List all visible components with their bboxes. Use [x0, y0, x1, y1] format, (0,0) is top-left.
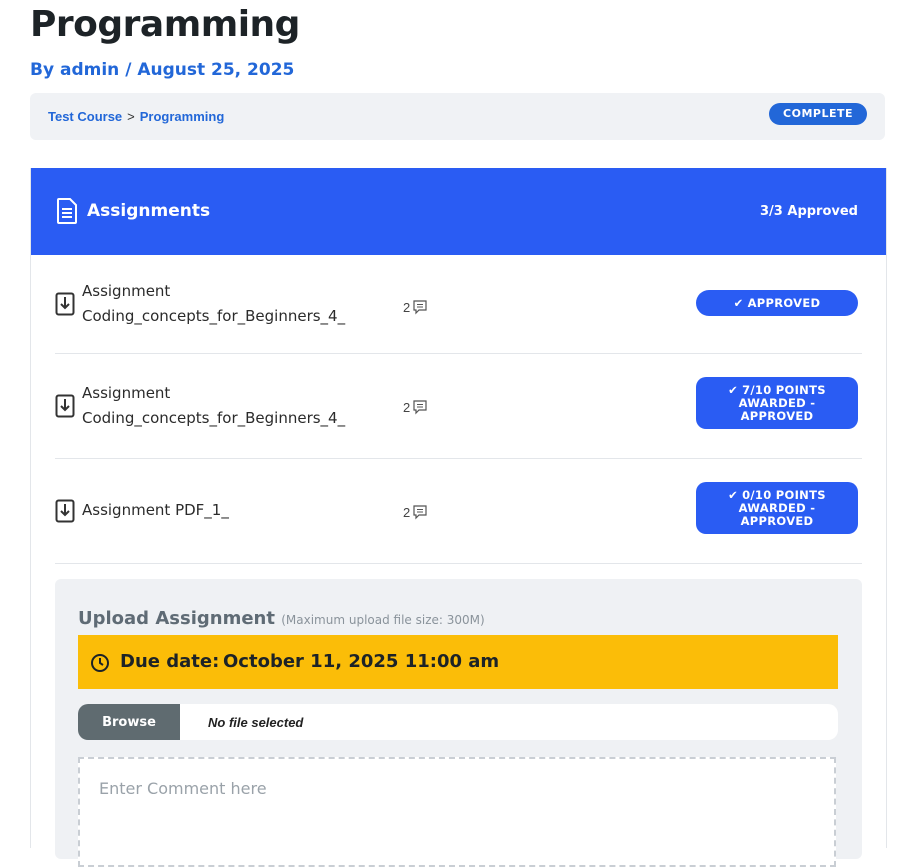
status-badge-line: APPROVED: [747, 295, 821, 310]
due-date-label: Due date:: [120, 651, 220, 672]
due-date-value: October 11, 2025 11:00 am: [223, 651, 500, 672]
status-badge-line: APPROVED: [740, 513, 814, 528]
comment-count-value: 2: [403, 299, 411, 315]
breadcrumb: Test Course > Programming: [48, 109, 224, 124]
comment-placeholder: Enter Comment here: [99, 779, 267, 798]
comment-count-value: 2: [403, 399, 411, 415]
post-date-link[interactable]: August 25, 2025: [137, 60, 294, 80]
check-icon: ✔: [733, 295, 744, 310]
assignment-name[interactable]: Assignment Coding_concepts_for_Beginners…: [82, 279, 345, 329]
post-byline: By admin / August 25, 2025: [30, 60, 294, 80]
assignment-name-line2: Coding_concepts_for_Beginners_4_: [82, 409, 346, 427]
breadcrumb-bar: Test Course > Programming COMPLETE: [30, 93, 885, 140]
comment-count-value: 2: [403, 504, 411, 520]
download-file-icon[interactable]: [55, 394, 75, 418]
document-icon: [57, 198, 77, 224]
comment-count[interactable]: 2: [403, 299, 428, 315]
assignments-header: Assignments 3/3 Approved: [31, 168, 886, 255]
comment-icon: [413, 400, 427, 415]
author-link[interactable]: admin: [60, 60, 119, 80]
comment-count[interactable]: 2: [403, 399, 428, 415]
breadcrumb-separator: >: [127, 109, 135, 124]
file-status-text: No file selected: [208, 715, 304, 730]
breadcrumb-course-link[interactable]: Test Course: [48, 109, 122, 124]
assignment-name-line1: Assignment: [82, 282, 171, 300]
status-badge-line: AWARDED -: [738, 395, 816, 410]
download-file-icon[interactable]: [55, 292, 75, 316]
check-icon: ✔: [728, 382, 739, 397]
breadcrumb-lesson-link[interactable]: Programming: [140, 109, 225, 124]
due-date-bar: Due date: October 11, 2025 11:00 am: [78, 635, 838, 689]
assignment-row: Assignment Coding_concepts_for_Beginners…: [55, 353, 862, 459]
assignment-name-line1: Assignment: [82, 384, 171, 402]
upload-size-note: (Maximum upload file size: 300M): [281, 613, 485, 627]
file-upload-field[interactable]: Browse No file selected: [78, 704, 838, 740]
byline-prefix: By: [30, 60, 55, 80]
browse-button[interactable]: Browse: [78, 704, 180, 740]
comment-icon: [413, 300, 427, 315]
clock-icon: [91, 654, 109, 672]
status-badge: ✔ 0/10 POINTS AWARDED - APPROVED: [696, 482, 858, 534]
lesson-status-badge: COMPLETE: [769, 103, 867, 125]
assignment-row: Assignment PDF_1_ 2 ✔ 0/10 POINTS AWARDED…: [55, 458, 862, 564]
check-icon: ✔: [728, 487, 739, 502]
byline-separator: /: [125, 60, 132, 80]
status-badge-line: 7/10 POINTS: [742, 382, 826, 397]
approved-count: 3/3 Approved: [760, 204, 858, 219]
assignment-name[interactable]: Assignment Coding_concepts_for_Beginners…: [82, 381, 345, 431]
upload-assignment-form: Upload Assignment (Maximum upload file s…: [55, 579, 862, 867]
assignment-name[interactable]: Assignment PDF_1_: [82, 498, 229, 523]
upload-title: Upload Assignment (Maximum upload file s…: [78, 608, 485, 629]
comment-count[interactable]: 2: [403, 504, 428, 520]
assignments-title: Assignments: [87, 201, 211, 221]
comment-icon: [413, 505, 427, 520]
status-badge-line: APPROVED: [740, 408, 814, 423]
status-badge: ✔ APPROVED: [696, 290, 858, 316]
assignments-panel: Assignments 3/3 Approved Assignment Codi…: [30, 168, 887, 867]
comment-textarea[interactable]: Enter Comment here: [78, 757, 836, 867]
upload-title-text: Upload Assignment: [78, 608, 275, 629]
assignment-name-line1: Assignment PDF_1_: [82, 501, 229, 519]
assignment-name-line2: Coding_concepts_for_Beginners_4_: [82, 307, 346, 325]
assignment-row: Assignment Coding_concepts_for_Beginners…: [55, 255, 862, 354]
download-file-icon[interactable]: [55, 499, 75, 523]
status-badge-line: AWARDED -: [738, 500, 816, 515]
status-badge: ✔ 7/10 POINTS AWARDED - APPROVED: [696, 377, 858, 429]
page-title: Programming: [30, 4, 300, 45]
status-badge-line: 0/10 POINTS: [742, 487, 826, 502]
